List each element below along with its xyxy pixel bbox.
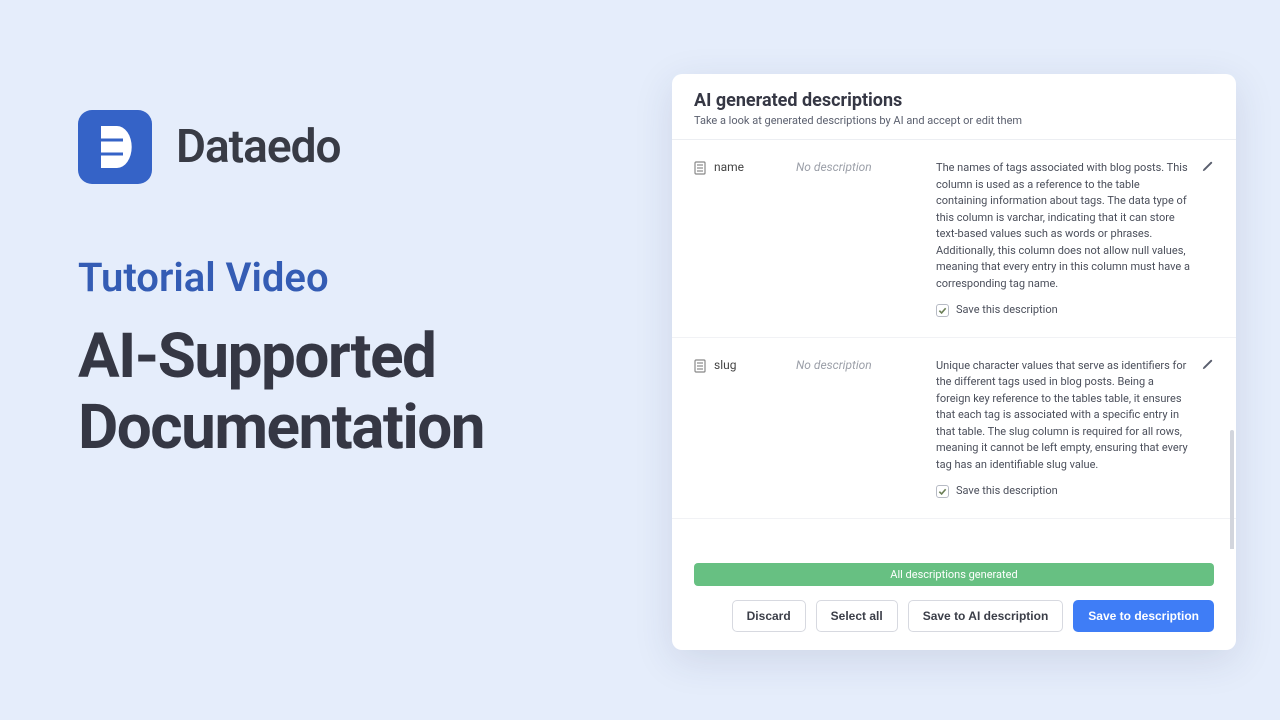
button-row: Discard Select all Save to AI descriptio… <box>694 600 1214 632</box>
ai-text: Unique character values that serve as id… <box>936 359 1188 471</box>
panel-header: AI generated descriptions Take a look at… <box>672 74 1236 140</box>
save-checkbox-label: Save this description <box>956 483 1058 500</box>
column-icon <box>694 161 706 175</box>
ai-descriptions-panel: AI generated descriptions Take a look at… <box>672 74 1236 650</box>
status-bar: All descriptions generated <box>694 563 1214 586</box>
column-name: slug <box>714 358 736 372</box>
select-all-button[interactable]: Select all <box>816 600 898 632</box>
save-to-ai-button[interactable]: Save to AI description <box>908 600 1064 632</box>
edit-icon[interactable] <box>1200 160 1214 174</box>
column-name-cell: slug <box>694 358 786 500</box>
column-original-desc: No description <box>796 358 926 500</box>
logo-mark-icon <box>78 110 152 184</box>
panel-title: AI generated descriptions <box>694 90 1214 111</box>
column-name: name <box>714 160 744 174</box>
panel-body: name No description The names of tags as… <box>672 140 1236 549</box>
save-checkbox-label: Save this description <box>956 302 1058 319</box>
scrollbar[interactable] <box>1230 430 1234 549</box>
column-ai-desc: The names of tags associated with blog p… <box>936 160 1214 319</box>
hero-kicker: Tutorial Video <box>78 254 598 301</box>
panel-footer: All descriptions generated Discard Selec… <box>672 549 1236 650</box>
brand-name: Dataedo <box>176 120 341 174</box>
hero-title: AI-Supported Documentation <box>78 321 598 464</box>
column-ai-desc: Unique character values that serve as id… <box>936 358 1214 500</box>
column-original-desc: No description <box>796 160 926 319</box>
save-to-description-button[interactable]: Save to description <box>1073 600 1214 632</box>
panel-subtitle: Take a look at generated descriptions by… <box>694 114 1214 127</box>
ai-text: The names of tags associated with blog p… <box>936 161 1190 290</box>
brand-logo: Dataedo <box>78 110 598 184</box>
column-icon <box>694 359 706 373</box>
discard-button[interactable]: Discard <box>732 600 806 632</box>
save-checkbox-row[interactable]: Save this description <box>936 483 1190 500</box>
checkbox-icon[interactable] <box>936 304 949 317</box>
checkbox-icon[interactable] <box>936 485 949 498</box>
edit-icon[interactable] <box>1200 358 1214 372</box>
column-row: name No description The names of tags as… <box>672 140 1236 338</box>
column-name-cell: name <box>694 160 786 319</box>
column-row: slug No description Unique character val… <box>672 338 1236 519</box>
hero-title-line2: Documentation <box>78 391 484 464</box>
save-checkbox-row[interactable]: Save this description <box>936 302 1190 319</box>
hero-title-line1: AI-Supported <box>78 320 435 393</box>
